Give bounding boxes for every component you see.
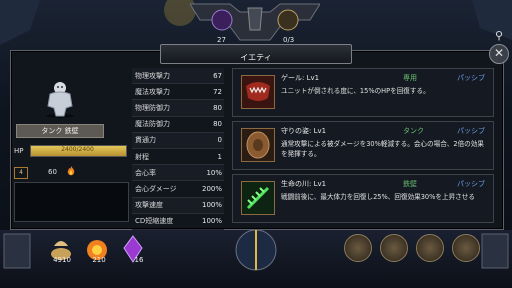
stat-value: 0: [217, 136, 222, 145]
stat-row: 攻撃速度 100%: [132, 197, 224, 214]
stat-label: 会心ダメージ: [135, 184, 177, 193]
currency-b-value: 0/3: [283, 36, 295, 44]
skill-description: ユニットが倒される度に、15%のHPを回復する。: [281, 87, 430, 95]
stat-label: 貫通力: [135, 136, 156, 145]
stat-label: 会心率: [135, 168, 156, 177]
skill-name: ゲール: Lv1: [281, 74, 320, 82]
hp-value: 2400/2400: [61, 146, 94, 153]
skill-type: パッシブ: [457, 74, 485, 82]
helmet-button[interactable]: [344, 234, 372, 262]
top-bar: 27 0/3: [0, 0, 512, 46]
stat-row: 魔法攻撃力 72: [132, 84, 224, 101]
bite-icon: [241, 75, 275, 109]
stat-value: 1: [217, 152, 222, 161]
shield-icon: [241, 128, 275, 162]
stat-label: 物理攻撃力: [135, 71, 170, 80]
skill-type: パッシブ: [457, 180, 485, 188]
skill-description: 通常攻撃による被ダメージを30%軽減する。会心の場合、2倍の効果を発揮する。: [281, 140, 484, 158]
close-icon: ✕: [493, 46, 505, 60]
stat-value: 80: [213, 103, 222, 112]
skill-card[interactable]: 生命の川: Lv1 鉄壁 パッシブ 戦闘前後に、最大体力を回復し25%、回復効果…: [232, 174, 494, 223]
scroll-button[interactable]: [452, 234, 480, 262]
stat-row: 会心率 10%: [132, 165, 224, 182]
stat-row: 物理攻撃力 67: [132, 68, 224, 85]
skill-description: 戦闘前後に、最大体力を回復し25%、回復効果30%を上昇させる: [281, 193, 475, 201]
stat-value: 100%: [201, 201, 222, 210]
yeti-portrait: [46, 82, 74, 118]
stat-row: 会心ダメージ 200%: [132, 181, 224, 198]
stat-label: 物理防御力: [135, 103, 170, 112]
stat-value: 67: [213, 71, 222, 80]
currency-a-value: 27: [217, 36, 226, 44]
stat-label: 魔法攻撃力: [135, 87, 170, 96]
unit-power: 60: [48, 168, 57, 176]
stat-value: 72: [213, 87, 222, 96]
stat-label: CD短縮速度: [135, 217, 174, 226]
stat-value: 100%: [201, 217, 222, 226]
stats-table: 物理攻撃力 67 魔法攻撃力 72 物理防御力 80 魔法防御力 80 貫通力 0 射程 1 会心率 10…: [132, 68, 224, 230]
skill-category: 鉄壁: [403, 180, 417, 188]
stat-label: 攻撃速度: [135, 201, 163, 210]
leaf-icon: [241, 181, 275, 215]
stat-value: 80: [213, 120, 222, 129]
fire-icon: [67, 166, 75, 176]
gold-value: 4910: [53, 256, 71, 264]
fire-value: 210: [92, 256, 106, 264]
stat-row: 貫通力 0: [132, 132, 224, 149]
stat-row: 射程 1: [132, 149, 224, 166]
skill-card[interactable]: ゲール: Lv1 専用 パッシブ ユニットが倒される度に、15%のHPを回復する…: [232, 68, 494, 117]
hp-label: HP: [14, 147, 24, 155]
skill-category: タンク: [403, 127, 424, 135]
close-button[interactable]: ✕: [489, 44, 509, 64]
skill-type: パッシブ: [457, 127, 485, 135]
unit-class-label: タンク 鉄壁: [16, 124, 104, 138]
skill-name: 守りの姿: Lv1: [281, 127, 327, 135]
stat-row: CD短縮速度 100%: [132, 214, 224, 230]
skill-category: 専用: [403, 74, 417, 82]
stat-value: 200%: [201, 184, 222, 193]
skill-card[interactable]: 守りの姿: Lv1 タンク パッシブ 通常攻撃による被ダメージを30%軽減する。…: [232, 121, 494, 170]
skill-name: 生命の川: Lv1: [281, 180, 327, 188]
top-ornament: [190, 3, 320, 41]
unit-level: 4: [14, 167, 28, 179]
stat-label: 魔法防御力: [135, 120, 170, 129]
unit-title-bar: イエティ: [160, 44, 352, 64]
unit-description-box: [14, 182, 129, 222]
stat-row: 物理防御力 80: [132, 100, 224, 117]
skill-button[interactable]: [416, 234, 444, 262]
bag-button[interactable]: [380, 234, 408, 262]
skills-list: ゲール: Lv1 専用 パッシブ ユニットが倒される度に、15%のHPを回復する…: [232, 68, 494, 227]
gem-value: 16: [134, 256, 144, 264]
stat-row: 魔法防御力 80: [132, 117, 224, 133]
unit-title: イエティ: [240, 53, 272, 62]
search-icon[interactable]: ⚲: [492, 29, 506, 43]
stat-label: 射程: [135, 152, 149, 161]
stat-value: 10%: [206, 168, 222, 177]
